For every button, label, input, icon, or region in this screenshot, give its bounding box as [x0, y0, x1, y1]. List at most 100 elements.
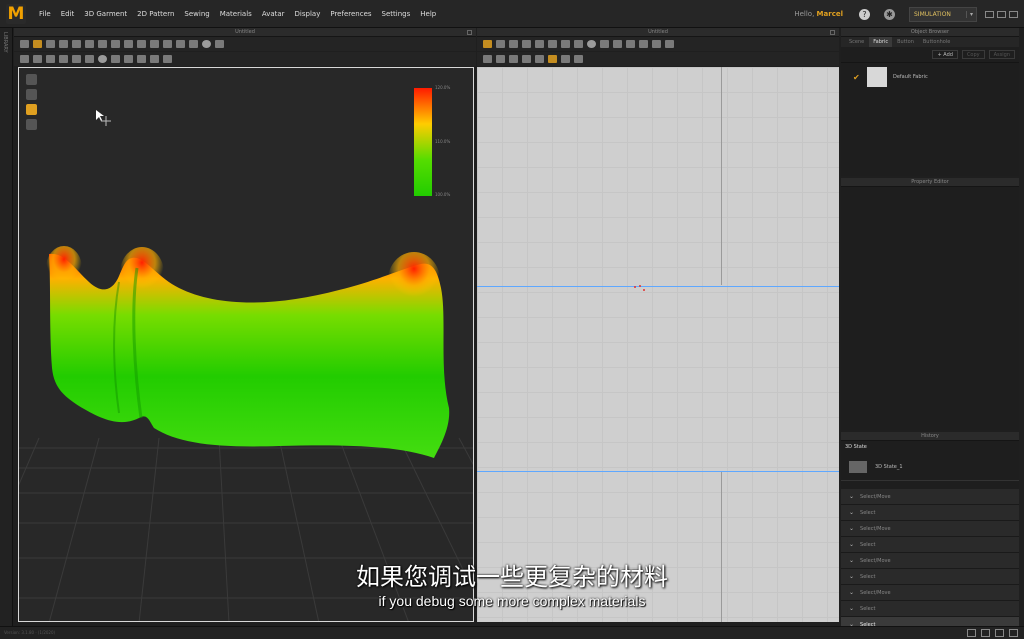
- grading-icon[interactable]: [574, 55, 583, 63]
- tab-scene[interactable]: Scene: [845, 37, 868, 47]
- fit-icon[interactable]: [163, 55, 172, 63]
- library-rail[interactable]: LIBRARY: [0, 28, 13, 626]
- shirt-tool-icon[interactable]: [111, 40, 120, 48]
- select-tool-icon[interactable]: [20, 40, 29, 48]
- circle-tool-icon[interactable]: [202, 40, 211, 48]
- chevron-down-icon[interactable]: ▾: [966, 10, 976, 18]
- menu-materials[interactable]: Materials: [215, 0, 257, 28]
- restore-icon[interactable]: [997, 10, 1006, 18]
- ellipse-icon[interactable]: [587, 40, 596, 48]
- add-fabric-button[interactable]: + Add: [932, 50, 958, 59]
- grab-tool-icon[interactable]: [176, 40, 185, 48]
- topstitch-icon[interactable]: [111, 55, 120, 63]
- zipper-icon[interactable]: [665, 40, 674, 48]
- copy-fabric-button[interactable]: Copy: [961, 50, 985, 59]
- history-item[interactable]: ⌄ Select/Move: [841, 489, 1019, 505]
- transform-pattern-icon[interactable]: [483, 40, 492, 48]
- edit-curve-icon[interactable]: [59, 55, 68, 63]
- tab-buttonhole[interactable]: Buttonhole: [919, 37, 954, 47]
- button-tool-icon[interactable]: [98, 55, 107, 63]
- layer-icon[interactable]: [150, 55, 159, 63]
- view2d-toolbar-2: [477, 52, 839, 66]
- history-item[interactable]: ⌄ Select: [841, 537, 1019, 553]
- menu-3d-garment[interactable]: 3D Garment: [79, 0, 132, 28]
- expand-icon[interactable]: [467, 30, 472, 35]
- menu-file[interactable]: File: [34, 0, 56, 28]
- pants-tool-icon[interactable]: [137, 40, 146, 48]
- assign-fabric-button[interactable]: Assign: [988, 50, 1015, 59]
- history-item[interactable]: ⌄ Select: [841, 505, 1019, 521]
- close-icon[interactable]: [1009, 10, 1018, 18]
- user-name[interactable]: Marcel: [817, 10, 843, 18]
- layout-split-icon[interactable]: [981, 629, 990, 637]
- menu-2d-pattern[interactable]: 2D Pattern: [132, 0, 179, 28]
- checkmark-icon: ✔: [853, 72, 860, 82]
- stretch-tool-icon[interactable]: [98, 40, 107, 48]
- garment-tool-icon[interactable]: [124, 40, 133, 48]
- pin-tool-icon[interactable]: [59, 40, 68, 48]
- layout-grid-icon[interactable]: [995, 629, 1004, 637]
- avatar-move-icon[interactable]: [20, 55, 29, 63]
- question-icon[interactable]: ?: [859, 8, 870, 20]
- texture-edit-icon[interactable]: [522, 55, 531, 63]
- settings-gear-icon[interactable]: ✱: [884, 8, 895, 20]
- polygon-icon[interactable]: [574, 40, 583, 48]
- sewing-icon[interactable]: [72, 55, 81, 63]
- menu-avatar[interactable]: Avatar: [257, 0, 290, 28]
- edit-pattern-icon[interactable]: [496, 40, 505, 48]
- simulation-mode-button[interactable]: SIMULATION ▾: [909, 6, 977, 22]
- fabric-swatch: [867, 67, 887, 87]
- minimize-icon[interactable]: [985, 10, 994, 18]
- menu-edit[interactable]: Edit: [56, 0, 80, 28]
- menu-settings[interactable]: Settings: [377, 0, 416, 28]
- view3d-viewport[interactable]: 120.0% 110.0% 100.0%: [18, 67, 474, 622]
- history-item[interactable]: ⌄ Select/Move: [841, 521, 1019, 537]
- pleat-icon[interactable]: [652, 40, 661, 48]
- box-select-icon[interactable]: [46, 40, 55, 48]
- pin-2d-icon[interactable]: [548, 55, 557, 63]
- strain-map-icon[interactable]: [26, 104, 37, 115]
- menu-help[interactable]: Help: [415, 0, 441, 28]
- internal-poly-icon[interactable]: [613, 40, 622, 48]
- texture-icon[interactable]: [124, 55, 133, 63]
- trace-icon[interactable]: [639, 40, 648, 48]
- brush-tool-icon[interactable]: [189, 40, 198, 48]
- history-step-icon: ⌄: [849, 493, 855, 500]
- settings-icon[interactable]: [1009, 629, 1018, 637]
- edit-point-icon[interactable]: [46, 55, 55, 63]
- add-point-icon[interactable]: [522, 40, 531, 48]
- menu-preferences[interactable]: Preferences: [325, 0, 376, 28]
- arrange-icon[interactable]: [33, 55, 42, 63]
- line-tool-icon[interactable]: [150, 40, 159, 48]
- cut-icon[interactable]: [548, 40, 557, 48]
- graphic-edit-icon[interactable]: [535, 55, 544, 63]
- person-display-icon[interactable]: [26, 119, 37, 130]
- transform-tool-icon[interactable]: [33, 40, 42, 48]
- check-sewing-icon[interactable]: [509, 55, 518, 63]
- history-state-item[interactable]: 3D State_1: [841, 453, 1019, 481]
- tack-icon[interactable]: [85, 55, 94, 63]
- view2d-viewport[interactable]: [477, 67, 839, 622]
- trace-tool-icon[interactable]: [163, 40, 172, 48]
- curve-point-icon[interactable]: [535, 40, 544, 48]
- annotation-icon[interactable]: [561, 55, 570, 63]
- measure-tool-icon[interactable]: [85, 40, 94, 48]
- free-sewing-icon[interactable]: [496, 55, 505, 63]
- expand-icon[interactable]: [830, 30, 835, 35]
- graphic-icon[interactable]: [137, 55, 146, 63]
- segment-sewing-icon[interactable]: [483, 55, 492, 63]
- menu-display[interactable]: Display: [290, 0, 326, 28]
- layout-single-icon[interactable]: [967, 629, 976, 637]
- avatar-display-icon[interactable]: [26, 89, 37, 100]
- fold-tool-icon[interactable]: [72, 40, 81, 48]
- zipper-tool-icon[interactable]: [215, 40, 224, 48]
- tab-fabric[interactable]: Fabric: [869, 37, 893, 47]
- dart-icon[interactable]: [626, 40, 635, 48]
- tab-button[interactable]: Button: [893, 37, 918, 47]
- rectangle-icon[interactable]: [561, 40, 570, 48]
- fabric-list-item[interactable]: ✔ Default Fabric: [841, 63, 1019, 91]
- menu-sewing[interactable]: Sewing: [179, 0, 214, 28]
- internal-rect-icon[interactable]: [600, 40, 609, 48]
- shirt-display-icon[interactable]: [26, 74, 37, 85]
- edit-curvature-icon[interactable]: [509, 40, 518, 48]
